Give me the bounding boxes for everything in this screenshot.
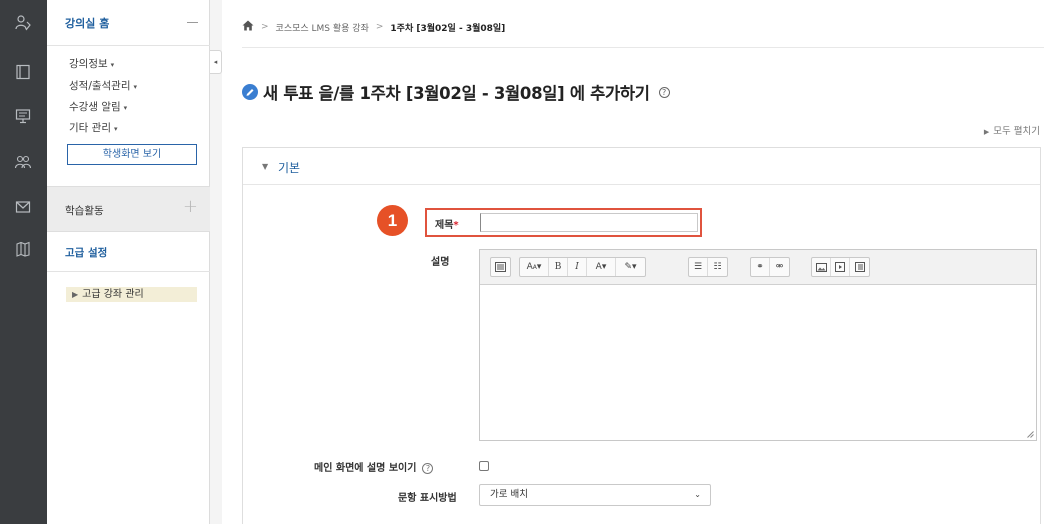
- presentation-icon[interactable]: [11, 104, 35, 128]
- toolbar-group-links: ⚭ ⚮: [750, 257, 790, 277]
- menu-item-label: 기타 관리: [69, 122, 111, 134]
- chevron-down-icon: ⌄: [694, 490, 701, 499]
- book-icon[interactable]: [11, 60, 35, 84]
- menu-item-course-info[interactable]: 강의정보 ▾: [69, 56, 114, 71]
- course-admin-item[interactable]: ▶ 고급 강좌 관리: [66, 287, 197, 302]
- option-display-label: 문항 표시방법: [398, 493, 457, 504]
- font-color-icon[interactable]: A▾: [587, 258, 616, 276]
- menu-item-label: 강의정보: [69, 58, 108, 70]
- collapse-minus-icon[interactable]: [187, 22, 198, 23]
- group-icon[interactable]: [11, 150, 35, 174]
- description-editor: A A ▾ B I A▾ ✎▾ ☰ ☷ ⚭ ⚮: [479, 249, 1037, 441]
- menu-item-label: 성적/출석관리: [69, 80, 131, 92]
- library-icon[interactable]: [11, 237, 35, 261]
- main-content: > 코스모스 LMS 활용 강좌 > 1주차 [3월02일 - 3월08일] 새…: [222, 0, 1064, 524]
- general-section: ▼ 기본 1 제목* 설명 A A ▾ B I A▾ ✎▾ ☰ ☷ ⚭ ⚮ 메인…: [242, 147, 1041, 524]
- description-textarea[interactable]: [480, 285, 1036, 440]
- section-title: 기본: [278, 161, 301, 175]
- option-display-value: 가로 배치: [490, 489, 528, 500]
- page-title-text: 새 투표 을/를 1주차 [3월02일 - 3월08일] 에 추가하기: [263, 84, 650, 103]
- breadcrumb-separator: >: [261, 22, 269, 32]
- caret-down-icon: ▾: [113, 125, 118, 133]
- caret-down-icon: ▾: [133, 83, 138, 91]
- link-icon[interactable]: ⚭: [751, 258, 770, 276]
- bold-icon[interactable]: B: [549, 258, 568, 276]
- show-description-checkbox[interactable]: [479, 461, 489, 471]
- italic-icon[interactable]: I: [568, 258, 587, 276]
- breadcrumb-week-link[interactable]: 1주차 [3월02일 - 3월08일]: [390, 21, 505, 34]
- breadcrumb: > 코스모스 LMS 활용 강좌 > 1주차 [3월02일 - 3월08일]: [242, 20, 505, 34]
- collapse-triangle-icon: ▼: [262, 162, 269, 171]
- option-display-select[interactable]: 가로 배치 ⌄: [479, 484, 711, 506]
- editor-toolbar: A A ▾ B I A▾ ✎▾ ☰ ☷ ⚭ ⚮: [480, 250, 1036, 285]
- add-activity-icon[interactable]: +: [183, 196, 198, 217]
- description-label: 설명: [431, 257, 450, 268]
- advanced-settings-label: 고급 설정: [65, 247, 108, 259]
- step-callout-badge: 1: [377, 205, 408, 236]
- bullet-list-icon[interactable]: ☰: [689, 258, 708, 276]
- show-description-label: 메인 화면에 설명 보이기?: [314, 459, 434, 474]
- home-icon[interactable]: [242, 20, 254, 34]
- menu-item-other-admin[interactable]: 기타 관리 ▾: [69, 120, 118, 135]
- numbered-list-icon[interactable]: ☷: [708, 258, 727, 276]
- highlight-color-icon[interactable]: ✎▾: [616, 258, 645, 276]
- menu-item-label: 수강생 알림: [69, 101, 121, 113]
- help-icon[interactable]: ?: [422, 462, 434, 474]
- section-header[interactable]: ▼ 기본: [243, 148, 1040, 185]
- vote-icon: [242, 84, 258, 100]
- breadcrumb-course-link[interactable]: 코스모스 LMS 활용 강좌: [276, 21, 369, 34]
- caret-down-icon: ▾: [123, 104, 128, 112]
- unlink-icon[interactable]: ⚮: [770, 258, 789, 276]
- course-menu-panel: 강의실 홈 강의정보 ▾ 성적/출석관리 ▾ 수강생 알림 ▾ 기타 관리 ▾ 학생화면…: [47, 0, 210, 524]
- toolbar-group-lists: ☰ ☷: [688, 257, 728, 277]
- course-home-row[interactable]: 강의실 홈: [47, 0, 210, 46]
- title-highlight-box: 제목*: [425, 208, 702, 237]
- expand-all-link[interactable]: ▶ 모두 펼치기: [984, 123, 1040, 137]
- font-style-icon[interactable]: A A ▾: [520, 258, 549, 276]
- title-input[interactable]: [480, 213, 698, 232]
- image-icon[interactable]: [812, 258, 831, 276]
- collapse-sidebar-toggle[interactable]: ◂: [210, 50, 222, 74]
- toolbar-group-media: [811, 257, 870, 277]
- people-icon[interactable]: [11, 11, 35, 35]
- title-label-text: 제목: [435, 220, 454, 231]
- icon-rail: [0, 0, 47, 524]
- media-icon[interactable]: [831, 258, 850, 276]
- required-marker: *: [453, 220, 459, 231]
- expand-triangle-icon: ▶: [983, 128, 990, 136]
- breadcrumb-separator: >: [375, 22, 384, 32]
- learning-activity-row[interactable]: 학습활동 +: [47, 186, 210, 232]
- expand-triangle-icon: ▶: [72, 290, 79, 299]
- resize-handle-icon[interactable]: [1027, 431, 1034, 438]
- course-home-link[interactable]: 강의실 홈: [65, 15, 109, 31]
- toolbar-group-format: A A ▾ B I A▾ ✎▾: [519, 257, 646, 277]
- show-description-text: 메인 화면에 설명 보이기: [314, 463, 417, 474]
- caret-down-icon: ▾: [110, 61, 115, 69]
- breadcrumb-divider: [242, 47, 1044, 48]
- help-icon[interactable]: ?: [658, 86, 670, 98]
- file-manager-icon[interactable]: [850, 258, 869, 276]
- toolbar-toggle-icon[interactable]: [491, 258, 510, 276]
- menu-item-grades-attendance[interactable]: 성적/출석관리 ▾: [69, 78, 137, 93]
- menu-item-student-notify[interactable]: 수강생 알림 ▾: [69, 99, 127, 114]
- page-title: 새 투표 을/를 1주차 [3월02일 - 3월08일] 에 추가하기 ?: [242, 80, 670, 104]
- mail-icon[interactable]: [11, 195, 35, 219]
- course-admin-label: 고급 강좌 관리: [82, 289, 144, 300]
- expand-all-label: 모두 펼치기: [993, 126, 1040, 137]
- advanced-settings-row[interactable]: 고급 설정: [47, 232, 210, 272]
- learning-activity-label: 학습활동: [65, 205, 104, 217]
- student-view-button[interactable]: 학생화면 보기: [67, 144, 197, 165]
- title-label: 제목*: [435, 216, 459, 231]
- toolbar-group-toggle: [490, 257, 511, 277]
